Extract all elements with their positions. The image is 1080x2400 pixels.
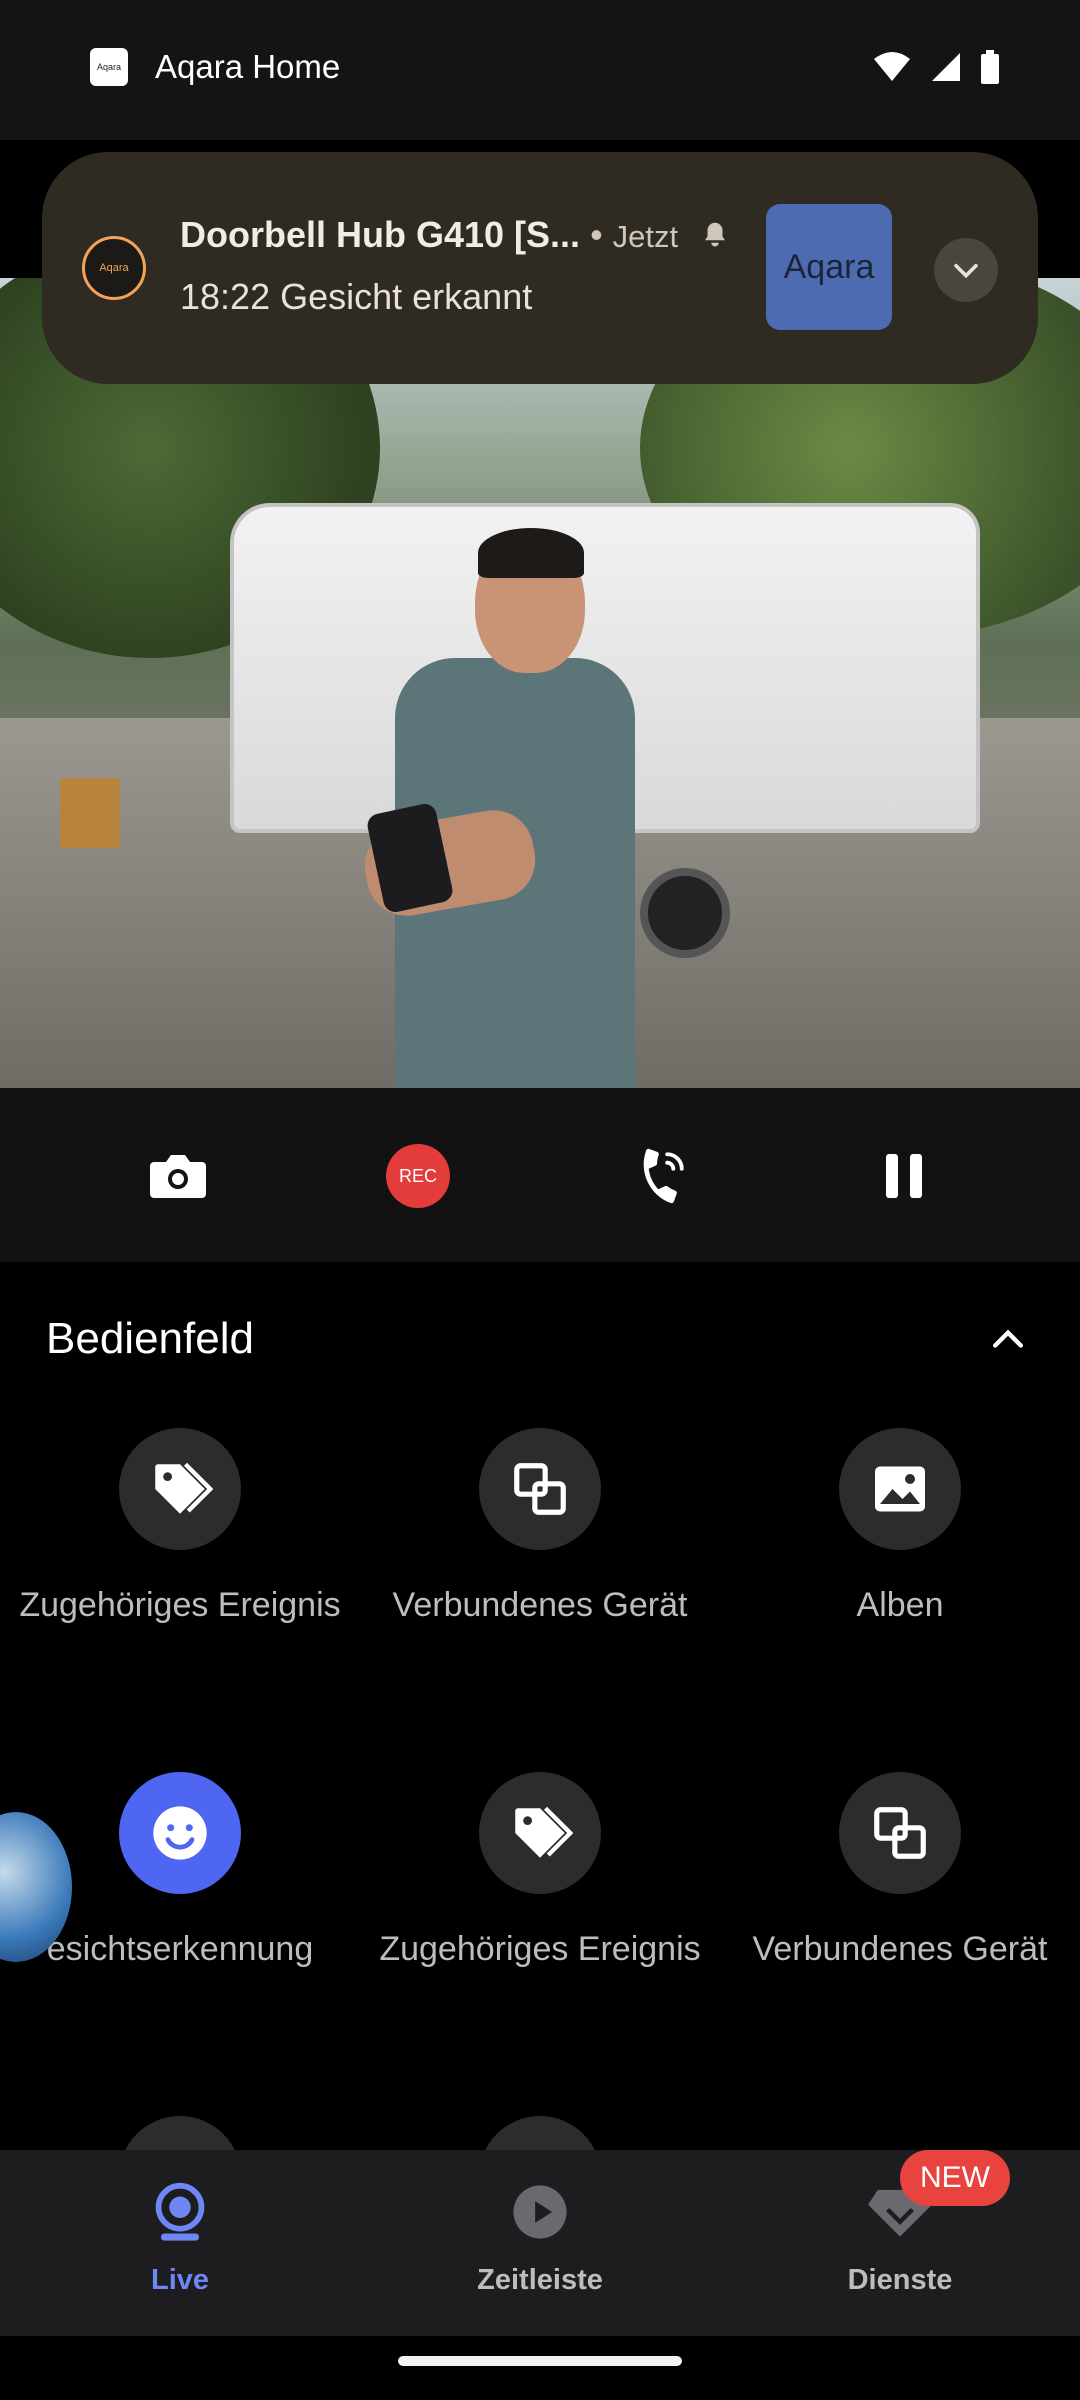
- chevron-down-icon: [954, 263, 978, 279]
- battery-icon: [981, 50, 999, 84]
- bell-icon: [700, 216, 730, 258]
- notification-separator: •: [580, 214, 613, 255]
- notification-body: 18:22 Gesicht erkannt: [180, 276, 533, 317]
- tile-circle: [119, 1428, 241, 1550]
- aqara-logo-icon: Aqara: [82, 236, 146, 300]
- notification-time: Jetzt: [612, 219, 679, 254]
- linked-devices-icon: [874, 1807, 926, 1859]
- status-bar: Aqara Aqara Home: [0, 0, 1080, 140]
- tile-connected-device[interactable]: Verbundenes Gerät: [360, 1428, 720, 1625]
- image-icon: [875, 1466, 925, 1512]
- tile-related-event[interactable]: Zugehöriges Ereignis: [0, 1428, 360, 1625]
- tile-circle: [119, 1772, 241, 1894]
- expand-notification-button[interactable]: [934, 238, 998, 302]
- tag-icon: [515, 1806, 573, 1858]
- tile-related-event[interactable]: Zugehöriges Ereignis: [360, 1772, 720, 1969]
- record-button[interactable]: REC: [382, 1140, 454, 1212]
- play-icon: [508, 2180, 572, 2244]
- home-indicator[interactable]: [398, 2356, 682, 2366]
- app-name: Aqara Home: [155, 48, 341, 85]
- tile-label: Zugehöriges Ereignis: [379, 1930, 701, 1968]
- nav-item-services[interactable]: Dienste: [720, 2180, 1080, 2297]
- tile-circle: [479, 1772, 601, 1894]
- pause-icon: [886, 1154, 922, 1198]
- camera-wheel: [640, 868, 730, 958]
- camera-icon: [150, 1155, 206, 1198]
- phone-call-icon: [643, 1148, 684, 1204]
- wifi-icon: [874, 52, 910, 81]
- call-button[interactable]: [624, 1140, 696, 1212]
- nav-label: Dienste: [847, 2264, 953, 2296]
- live-camera-icon: [148, 2180, 212, 2244]
- tile-connected-device[interactable]: Verbundenes Gerät: [720, 1772, 1080, 1969]
- tag-icon: [155, 1462, 213, 1514]
- panel-title: Bedienfeld: [46, 1314, 254, 1363]
- tile-circle: [839, 1428, 961, 1550]
- snapshot-button[interactable]: [142, 1140, 214, 1212]
- camera-chair: [60, 778, 120, 848]
- tile-label: Verbundenes Gerät: [752, 1930, 1048, 1968]
- signal-icon: [932, 53, 960, 81]
- new-badge: NEW: [900, 2150, 1010, 2206]
- nav-item-live[interactable]: Live: [0, 2180, 360, 2297]
- nav-item-timeline[interactable]: Zeitleiste: [360, 2180, 720, 2297]
- live-camera-feed[interactable]: [0, 278, 1080, 1088]
- tile-label: Verbundenes Gerät: [392, 1586, 688, 1624]
- pause-button[interactable]: [868, 1140, 940, 1212]
- tile-albums[interactable]: Alben: [720, 1428, 1080, 1625]
- tile-label: Zugehöriges Ereignis: [19, 1586, 341, 1624]
- notification-card[interactable]: Aqara Doorbell Hub G410 [S... • Jetzt 18…: [42, 152, 1038, 384]
- camera-person-hair: [478, 528, 584, 578]
- nav-label: Live: [150, 2264, 210, 2296]
- collapse-panel-button[interactable]: [986, 1318, 1030, 1362]
- app-icon: Aqara: [90, 48, 128, 86]
- tile-circle: [479, 1428, 601, 1550]
- status-icons: [872, 50, 1000, 84]
- tile-circle: [839, 1772, 961, 1894]
- notification-title-text: Doorbell Hub G410 [S...: [180, 214, 581, 255]
- chevron-up-icon: [992, 1329, 1024, 1348]
- notification-title: Doorbell Hub G410 [S... • Jetzt: [180, 214, 730, 258]
- linked-devices-icon: [514, 1463, 566, 1515]
- notification-thumbnail: Aqara: [766, 204, 892, 330]
- tile-label: Alben: [856, 1586, 944, 1624]
- camera-controls: REC: [0, 1088, 1080, 1262]
- face-icon: [153, 1806, 207, 1860]
- rec-label: REC: [386, 1144, 450, 1208]
- nav-label: Zeitleiste: [477, 2264, 603, 2296]
